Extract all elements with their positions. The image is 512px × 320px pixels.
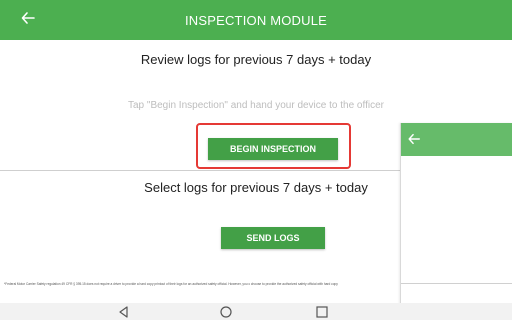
overlay-app-bar — [401, 123, 512, 156]
square-recents-icon[interactable] — [315, 305, 329, 319]
regulation-footnote: *Federal Motor Carrier Safety regulation… — [4, 282, 338, 286]
circle-home-icon[interactable] — [219, 305, 233, 319]
overlay-divider — [401, 283, 512, 284]
overlay-panel — [400, 123, 512, 320]
section-divider — [0, 170, 400, 171]
overlay-back-arrow-icon[interactable] — [407, 132, 421, 146]
begin-inspection-button[interactable]: BEGIN INSPECTION — [208, 138, 338, 160]
page-title: INSPECTION MODULE — [184, 13, 328, 28]
review-heading: Review logs for previous 7 days + today — [140, 52, 372, 67]
app-bar: INSPECTION MODULE — [0, 0, 512, 40]
triangle-back-icon[interactable] — [117, 305, 131, 319]
system-nav-bar — [0, 303, 512, 320]
inspection-hint: Tap "Begin Inspection" and hand your dev… — [128, 100, 384, 111]
send-logs-button[interactable]: SEND LOGS — [221, 227, 325, 249]
